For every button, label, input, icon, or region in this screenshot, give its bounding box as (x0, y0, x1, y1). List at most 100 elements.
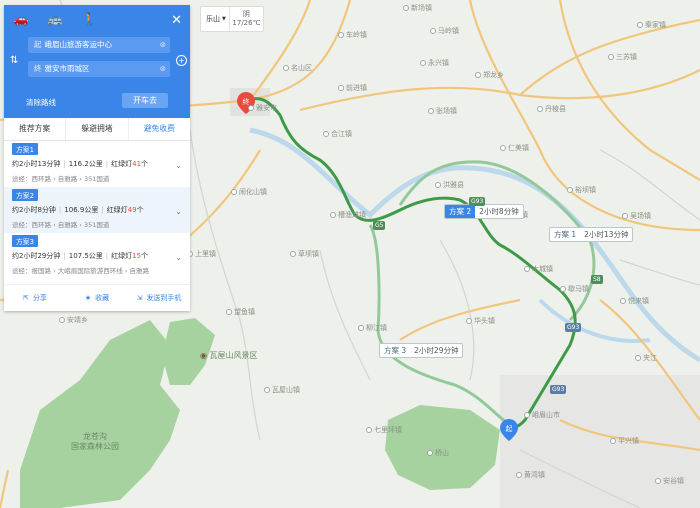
add-waypoint-icon[interactable]: + (176, 55, 187, 66)
map-place-label[interactable]: 名山区 (283, 63, 312, 73)
map-place-label[interactable]: 洪雅县 (435, 180, 464, 190)
place-name: 七里坪镇 (374, 426, 402, 434)
map-place-label[interactable]: 木城镇 (524, 264, 553, 274)
map-place-label[interactable]: 桥山 (427, 448, 449, 458)
share-button[interactable]: ⇱ 分享 (4, 293, 66, 303)
bus-icon[interactable]: 🚌 (38, 12, 72, 26)
place-name: 上里镇 (195, 250, 216, 258)
place-dot-icon (338, 32, 344, 38)
city-selector[interactable]: 乐山 ▼ (201, 7, 230, 31)
plan-stats: 约2小时29分钟 | 107.5公里 | 红绿灯15个 (12, 251, 182, 261)
map-place-label[interactable]: 前进镇 (338, 83, 367, 93)
place-dot-icon (226, 309, 232, 315)
separator: | (105, 252, 109, 260)
chevron-down-icon[interactable]: ⌄ (175, 253, 182, 262)
map-place-label[interactable]: 夹江 (635, 353, 657, 363)
map-place-label[interactable]: 悦来镇 (620, 296, 649, 306)
share-icon: ⇱ (23, 294, 29, 302)
strategy-tabs: 推荐方案 躲避拥堵 避免收费 (4, 118, 190, 141)
place-dot-icon (435, 182, 441, 188)
clear-end-icon[interactable]: ⊗ (160, 61, 166, 77)
strategy-tab[interactable]: 避免收费 (129, 118, 190, 140)
map-place-label[interactable]: 瓦屋山镇 (264, 385, 300, 395)
map-place-label[interactable]: 仁美镇 (500, 143, 529, 153)
map-place-label[interactable]: 槽渔滩镇 (330, 210, 366, 220)
place-dot-icon (537, 106, 543, 112)
place-dot-icon (610, 438, 616, 444)
plan-lights-count: 41 (132, 160, 142, 168)
end-field[interactable]: 终雅安市雨城区 ⊗ (28, 61, 170, 77)
place-dot-icon (622, 213, 628, 219)
map-place-label[interactable]: 雅安市 (248, 103, 277, 113)
weather-widget[interactable]: 乐山 ▼ 阴 17/26℃ (200, 6, 264, 32)
place-dot-icon (620, 298, 626, 304)
map-place-label[interactable]: 望鱼镇 (226, 307, 255, 317)
drive-button[interactable]: 开车去 (122, 93, 168, 108)
route-plan-item[interactable]: 方案1 约2小时13分钟 | 116.2公里 | 红绿灯41个 途经：西环路 › 自雅路 ›… (4, 141, 190, 187)
place-dot-icon (338, 85, 344, 91)
swap-icon[interactable]: ⇅ (10, 55, 18, 66)
map-place-label[interactable]: 上里镇 (187, 249, 216, 259)
plan-distance: 106.9公里 (64, 206, 99, 214)
map-place-label[interactable]: 安靖乡 (59, 315, 88, 325)
clear-start-icon[interactable]: ⊗ (160, 37, 166, 53)
map-place-label[interactable]: 秦家镇 (637, 20, 666, 30)
plan-lights-count: 15 (132, 252, 142, 260)
route-plan-item[interactable]: 方案2 约2小时8分钟 | 106.9公里 | 红绿灯49个 途经：西环路 › 自雅路 › … (4, 187, 190, 233)
road-shield: G93 (469, 197, 486, 206)
map-place-label[interactable]: 新场镇 (403, 3, 432, 13)
place-dot-icon (403, 5, 409, 11)
star-button[interactable]: ★ 收藏 (66, 293, 128, 303)
city-area-emeishan (500, 375, 700, 508)
route-tag[interactable]: 方案 3 2小时29分钟 (379, 343, 464, 358)
route-tag[interactable]: 方案 1 2小时13分钟 (549, 227, 634, 242)
place-name: 丹棱县 (545, 105, 566, 113)
clear-route-button[interactable]: 清除路线 (26, 97, 56, 108)
map-place-label[interactable]: 马岭镇 (430, 26, 459, 36)
close-icon[interactable]: ✕ (171, 13, 182, 28)
map-place-label[interactable]: 黄湾镇 (516, 470, 545, 480)
map-place-label[interactable]: 华头镇 (466, 316, 495, 326)
map-place-label[interactable]: 平兴镇 (610, 436, 639, 446)
map-place-label[interactable]: 歇马镇 (560, 284, 589, 294)
place-dot-icon (231, 189, 237, 195)
strategy-tab[interactable]: 躲避拥堵 (66, 118, 129, 140)
place-name: 桥山 (435, 449, 449, 457)
plan-lights-label: 红绿灯 (111, 252, 133, 260)
map-place-label[interactable]: 柳江镇 (358, 323, 387, 333)
start-field[interactable]: 起峨眉山旅游客运中心 ⊗ (28, 37, 170, 53)
place-name: 洪雅县 (443, 181, 464, 189)
map-place-label[interactable]: 合江镇 (323, 129, 352, 139)
map-place-label[interactable]: 裕坝镇 (567, 185, 596, 195)
separator: | (63, 160, 66, 168)
chevron-down-icon[interactable]: ⌄ (175, 207, 182, 216)
map-place-label[interactable]: 永兴镇 (420, 58, 449, 68)
map-place-label[interactable]: 张场镇 (428, 106, 457, 116)
map-place-label[interactable]: 郑龙乡 (475, 70, 504, 80)
map-place-label[interactable]: 三苏镇 (608, 52, 637, 62)
chevron-down-icon[interactable]: ⌄ (175, 161, 182, 170)
send-to-phone-button[interactable]: ⇲ 发送到手机 (128, 293, 190, 303)
car-icon[interactable]: 🚗 (4, 12, 38, 26)
map-place-label[interactable]: 丹棱县 (537, 104, 566, 114)
map-place-label[interactable]: 闹化山镇 (231, 187, 267, 197)
weather-temp: 17/26℃ (232, 19, 261, 27)
map-place-label[interactable]: 峨眉山市 (524, 410, 560, 420)
map-place-label[interactable]: 安谷镇 (655, 476, 684, 486)
map-place-label[interactable]: 草坝镇 (290, 249, 319, 259)
route-tag-time: 2小时29分钟 (414, 346, 459, 355)
route-tag[interactable]: 方案 2 2小时8分钟 (444, 204, 524, 219)
weather-condition: 阴 (242, 10, 250, 18)
map-place-label[interactable]: 吴场镇 (622, 211, 651, 221)
map-place-label[interactable]: 七里坪镇 (366, 425, 402, 435)
start-value: 峨眉山旅游客运中心 (44, 40, 113, 49)
separator: | (58, 206, 62, 214)
place-dot-icon (430, 28, 436, 34)
strategy-tab[interactable]: 推荐方案 (4, 118, 67, 140)
place-name: 闹化山镇 (239, 188, 267, 196)
route-plan-item[interactable]: 方案3 约2小时29分钟 | 107.5公里 | 红绿灯15个 途经：报国路 › 大峨眉国际… (4, 233, 190, 279)
separator: | (101, 206, 104, 214)
map-place-label[interactable]: 车岭镇 (338, 30, 367, 40)
place-dot-icon (524, 266, 530, 272)
walk-icon[interactable]: 🚶 (72, 12, 106, 26)
